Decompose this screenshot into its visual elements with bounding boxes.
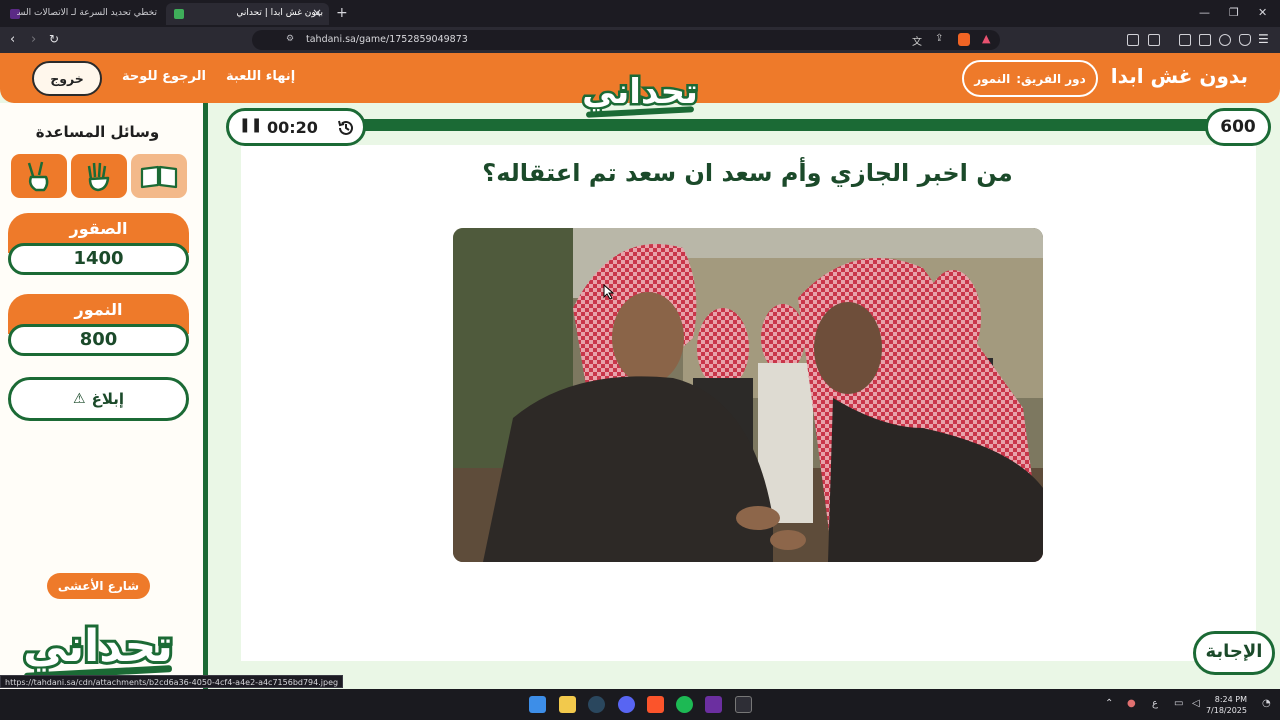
system-clock[interactable]: 8:24 PM 7/18/2025: [1206, 694, 1247, 716]
mouse-cursor-icon: [603, 284, 615, 300]
sidebar-icon[interactable]: [1179, 34, 1191, 46]
forward-icon[interactable]: ›: [31, 32, 36, 47]
tab-title: بدون غش ابدا | تحداني: [236, 8, 323, 18]
new-tab-icon[interactable]: +: [336, 5, 348, 21]
vpn-icon[interactable]: [1239, 34, 1251, 46]
timer-track: [250, 119, 1226, 131]
report-button[interactable]: إبلاغ ⚠: [8, 377, 189, 421]
close-window-icon[interactable]: ✕: [1258, 6, 1267, 19]
question-image[interactable]: [453, 228, 1043, 562]
tray-overflow-icon[interactable]: ⌃: [1105, 698, 1113, 709]
logo-text: تحداني: [582, 72, 698, 112]
open-book-icon: [140, 165, 178, 189]
brave-shield-icon[interactable]: [958, 33, 970, 46]
browser-tab-active[interactable]: بدون غش ابدا | تحداني ×: [166, 3, 329, 25]
turn-label: دور الفريق:: [1016, 71, 1086, 86]
extensions-icon[interactable]: [1127, 34, 1139, 46]
warning-icon: ⚠: [73, 391, 86, 407]
minimize-icon[interactable]: —: [1199, 6, 1210, 19]
raised-hand-icon: [87, 162, 110, 192]
game-title: بدون غش ابدا: [1110, 64, 1248, 88]
discord-icon[interactable]: [618, 696, 635, 713]
brave-rewards-icon[interactable]: ▲: [982, 32, 990, 45]
browser-tab[interactable]: تخطي تحديد السرعة لـ الاتصالات السعو..: [0, 3, 165, 25]
tahdani-logo: تحداني: [580, 70, 700, 118]
aid-peace-button[interactable]: [11, 154, 67, 198]
windows-start-icon[interactable]: [529, 696, 546, 713]
timer-value: 00:20: [267, 118, 318, 137]
back-to-board-button[interactable]: الرجوع للوحة: [122, 69, 206, 84]
team-score: 1400: [8, 243, 189, 275]
pause-icon[interactable]: ❚❚: [239, 117, 262, 133]
team-card: الصقور 1400: [8, 213, 189, 275]
browser-toolbar: ‹ › ↻ ☐ ⚙ tahdani.sa/game/1752859049873 …: [0, 27, 1280, 53]
app-icon[interactable]: [705, 696, 722, 713]
timer: ❚❚ 00:20: [226, 108, 366, 146]
aid-book-button[interactable]: [131, 154, 187, 198]
restore-icon[interactable]: ❐: [1229, 6, 1239, 19]
menu-icon[interactable]: ☰: [1258, 32, 1269, 46]
tab-title: تخطي تحديد السرعة لـ الاتصالات السعو..: [17, 8, 157, 18]
leo-ai-icon[interactable]: [1219, 34, 1231, 46]
answer-button[interactable]: الإجابة: [1193, 631, 1275, 675]
spotify-icon[interactable]: [676, 696, 693, 713]
team-name: الصقور: [69, 219, 128, 238]
translate-icon[interactable]: 文: [912, 33, 922, 48]
brave-browser-icon[interactable]: [647, 696, 664, 713]
sidebar-divider: [203, 103, 208, 689]
peace-hand-icon: [27, 161, 49, 192]
team-score: 800: [8, 324, 189, 356]
os-taskbar: ⌃ ● ع ▭ ◁ 8:24 PM 7/18/2025 ◔: [0, 689, 1280, 720]
question-text: من اخبر الجازي وأم سعد ان سعد تم اعتقاله…: [482, 159, 1013, 187]
app-icon[interactable]: [735, 696, 752, 713]
network-icon[interactable]: ▭: [1174, 698, 1183, 709]
end-game-button[interactable]: إنهاء اللعبة: [226, 69, 295, 84]
link-status-bar: https://tahdani.sa/cdn/attachments/b2cd6…: [0, 675, 344, 688]
clock-date: 7/18/2025: [1205, 706, 1247, 715]
media-icon[interactable]: [1148, 34, 1160, 46]
tahdani-logo-large: تحداني: [20, 618, 176, 680]
report-label: إبلاغ: [91, 390, 124, 408]
aid-hand-button[interactable]: [71, 154, 127, 198]
turn-indicator: دور الفريق: النمور: [962, 60, 1098, 97]
reset-timer-icon[interactable]: [337, 119, 355, 137]
game-page: خروج الرجوع للوحة إنهاء اللعبة دور الفري…: [0, 53, 1280, 689]
sponsor-badge: شارع الأعشى: [47, 573, 150, 599]
steam-icon[interactable]: [588, 696, 605, 713]
notification-icon[interactable]: ◔: [1262, 698, 1271, 709]
browser-tab-bar: تخطي تحديد السرعة لـ الاتصالات السعو.. ب…: [0, 0, 1280, 27]
address-bar[interactable]: ⚙ tahdani.sa/game/1752859049873 文 ⇪ ▲: [252, 30, 1000, 50]
team-name: النمور: [74, 300, 123, 319]
clock-time: 8:24 PM: [1214, 695, 1247, 704]
url-text[interactable]: tahdani.sa/game/1752859049873: [306, 34, 468, 45]
back-icon[interactable]: ‹: [10, 32, 15, 47]
question-points: 600: [1205, 108, 1271, 146]
tab-favicon-icon: [174, 9, 184, 19]
logo-text: تحداني: [23, 621, 173, 672]
file-explorer-icon[interactable]: [559, 696, 576, 713]
turn-team: النمور: [974, 71, 1011, 86]
team-card: النمور 800: [8, 294, 189, 356]
volume-icon[interactable]: ◁: [1192, 698, 1200, 709]
wallet-icon[interactable]: [1199, 34, 1211, 46]
share-icon[interactable]: ⇪: [935, 33, 943, 44]
exit-button[interactable]: خروج: [32, 61, 102, 96]
close-tab-icon[interactable]: ×: [312, 6, 322, 20]
site-info-icon[interactable]: ⚙: [286, 34, 294, 44]
scene-photo: [453, 228, 1043, 562]
help-aids-title: وسائل المساعدة: [35, 123, 160, 141]
microphone-icon[interactable]: ●: [1127, 698, 1136, 709]
reload-icon[interactable]: ↻: [49, 32, 59, 46]
language-indicator[interactable]: ع: [1152, 698, 1158, 709]
